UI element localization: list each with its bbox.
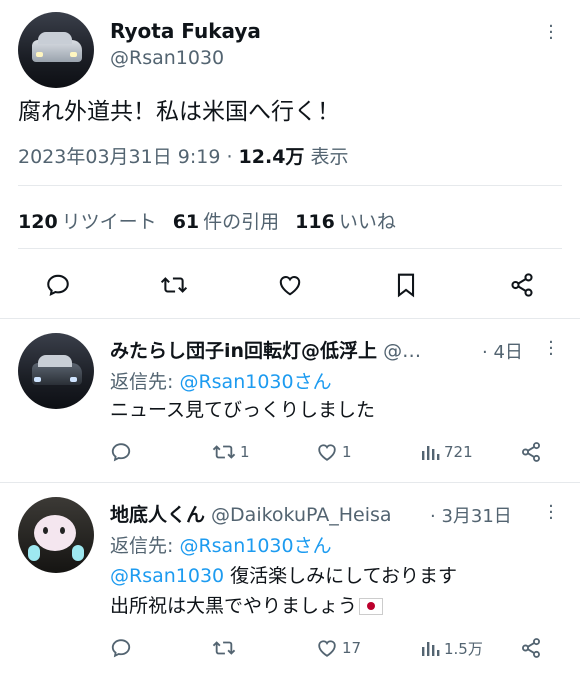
- reply-time[interactable]: · 4日: [482, 338, 523, 364]
- reply-avatar[interactable]: [18, 333, 94, 409]
- views-icon: [422, 642, 440, 656]
- quotes-count: 61: [172, 211, 200, 233]
- retweets-count: 120: [18, 211, 58, 233]
- retweets-stat[interactable]: 120 リツイート: [18, 211, 157, 233]
- quotes-stat[interactable]: 61 件の引用: [173, 211, 279, 233]
- likes-count: 116: [295, 211, 335, 233]
- reply-text-content: 復活楽しみにしております: [224, 565, 458, 587]
- view-count: 721: [444, 443, 473, 461]
- retweets-label: リツイート: [61, 211, 157, 233]
- reply-author[interactable]: みたらし団子in回転灯@低浮上 @…: [110, 336, 421, 363]
- retweet-icon[interactable]: [154, 265, 194, 305]
- author-name[interactable]: Ryota Fukaya: [110, 19, 261, 43]
- tweet-date[interactable]: 2023年03月31日 9:19 ·: [18, 146, 239, 168]
- quotes-label: 件の引用: [203, 211, 280, 233]
- share-icon[interactable]: [502, 265, 542, 305]
- replying-to: 返信先: @Rsan1030さん: [110, 531, 332, 558]
- author-handle[interactable]: @Rsan1030: [110, 47, 224, 69]
- retweet-button[interactable]: 1: [212, 437, 250, 467]
- reply-time[interactable]: · 3月31日: [430, 502, 512, 528]
- retweet-icon: [212, 445, 236, 459]
- reply-text-line1: @Rsan1030 復活楽しみにしております: [110, 561, 457, 591]
- retweet-count: 1: [240, 443, 250, 461]
- reply-author-name: 地底人くん: [110, 504, 206, 526]
- reply-tweet[interactable]: みたらし団子in回転灯@低浮上 @… · 4日 · · · 返信先: @Rsan10…: [0, 319, 580, 481]
- reply-text: @Rsan1030 復活楽しみにしております 出所祝は大黒でやりましょう: [110, 561, 457, 621]
- views-label: 表示: [304, 146, 349, 168]
- bookmark-icon[interactable]: [386, 265, 426, 305]
- retweet-icon: [212, 641, 236, 655]
- replying-to-link[interactable]: @Rsan1030さん: [179, 535, 331, 557]
- reply-icon[interactable]: [38, 265, 78, 305]
- reply-actions: 1 1 721: [100, 437, 570, 467]
- reply-button[interactable]: [110, 633, 136, 663]
- reply-tweet[interactable]: 地底人くん @DaikokuPA_Heisa · 3月31日 · · · 返信先: …: [0, 483, 580, 680]
- like-icon: [318, 444, 336, 461]
- replying-to: 返信先: @Rsan1030さん: [110, 367, 332, 394]
- reply-avatar[interactable]: [18, 497, 94, 573]
- views-button[interactable]: 1.5万: [420, 633, 483, 663]
- like-icon: [318, 640, 336, 657]
- replying-to-label: 返信先:: [110, 371, 180, 393]
- views-icon: [422, 446, 440, 460]
- share-icon: [522, 638, 540, 658]
- reply-icon: [111, 639, 131, 658]
- japan-flag-icon: [359, 598, 384, 615]
- main-tweet: Ryota Fukaya @Rsan1030 · · · 腐れ外道共！私は米国へ行く…: [0, 0, 580, 320]
- reply-text-content: 出所祝は大黒でやりましょう: [110, 595, 358, 617]
- views-button[interactable]: 721: [420, 437, 473, 467]
- tweet-meta: 2023年03月31日 9:19 · 12.4万 表示: [18, 142, 348, 169]
- likes-stat[interactable]: 116 いいね: [295, 211, 396, 233]
- mention-link[interactable]: @Rsan1030: [110, 565, 224, 587]
- more-options-icon[interactable]: · · ·: [546, 334, 556, 364]
- like-button[interactable]: 17: [316, 633, 361, 663]
- share-button[interactable]: [520, 633, 542, 663]
- tweet-text: 腐れ外道共！私は米国へ行く！: [18, 99, 340, 125]
- reply-author[interactable]: 地底人くん @DaikokuPA_Heisa: [110, 500, 392, 527]
- reply-icon: [111, 443, 131, 462]
- more-options-icon[interactable]: · · ·: [546, 498, 556, 528]
- share-icon: [522, 442, 540, 462]
- like-count: 17: [342, 639, 362, 657]
- retweet-button[interactable]: [212, 633, 240, 663]
- likes-label: いいね: [338, 211, 396, 233]
- replying-to-label: 返信先:: [110, 535, 180, 557]
- author-avatar[interactable]: [18, 12, 94, 88]
- share-button[interactable]: [520, 437, 542, 467]
- more-options-icon[interactable]: · · ·: [546, 18, 556, 48]
- like-count: 1: [342, 443, 352, 461]
- reply-author-handle: @…: [377, 340, 422, 362]
- replying-to-link[interactable]: @Rsan1030さん: [179, 371, 331, 393]
- reply-button[interactable]: [110, 437, 136, 467]
- divider: [18, 185, 562, 186]
- reply-text-line2: 出所祝は大黒でやりましょう: [110, 591, 457, 621]
- view-count: 1.5万: [444, 639, 483, 658]
- engagement-stats: 120 リツイート 61 件の引用 116 いいね: [18, 207, 396, 234]
- like-button[interactable]: 1: [316, 437, 352, 467]
- reply-author-name: みたらし団子in回転灯@低浮上: [110, 340, 378, 362]
- divider: [18, 248, 562, 249]
- tweet-actions: [0, 265, 580, 305]
- like-icon[interactable]: [270, 265, 310, 305]
- reply-author-handle: @DaikokuPA_Heisa: [205, 504, 392, 526]
- reply-text: ニュース見てびっくりしました: [110, 399, 376, 421]
- reply-actions: 17 1.5万: [100, 633, 570, 663]
- views-count: 12.4万: [238, 146, 305, 168]
